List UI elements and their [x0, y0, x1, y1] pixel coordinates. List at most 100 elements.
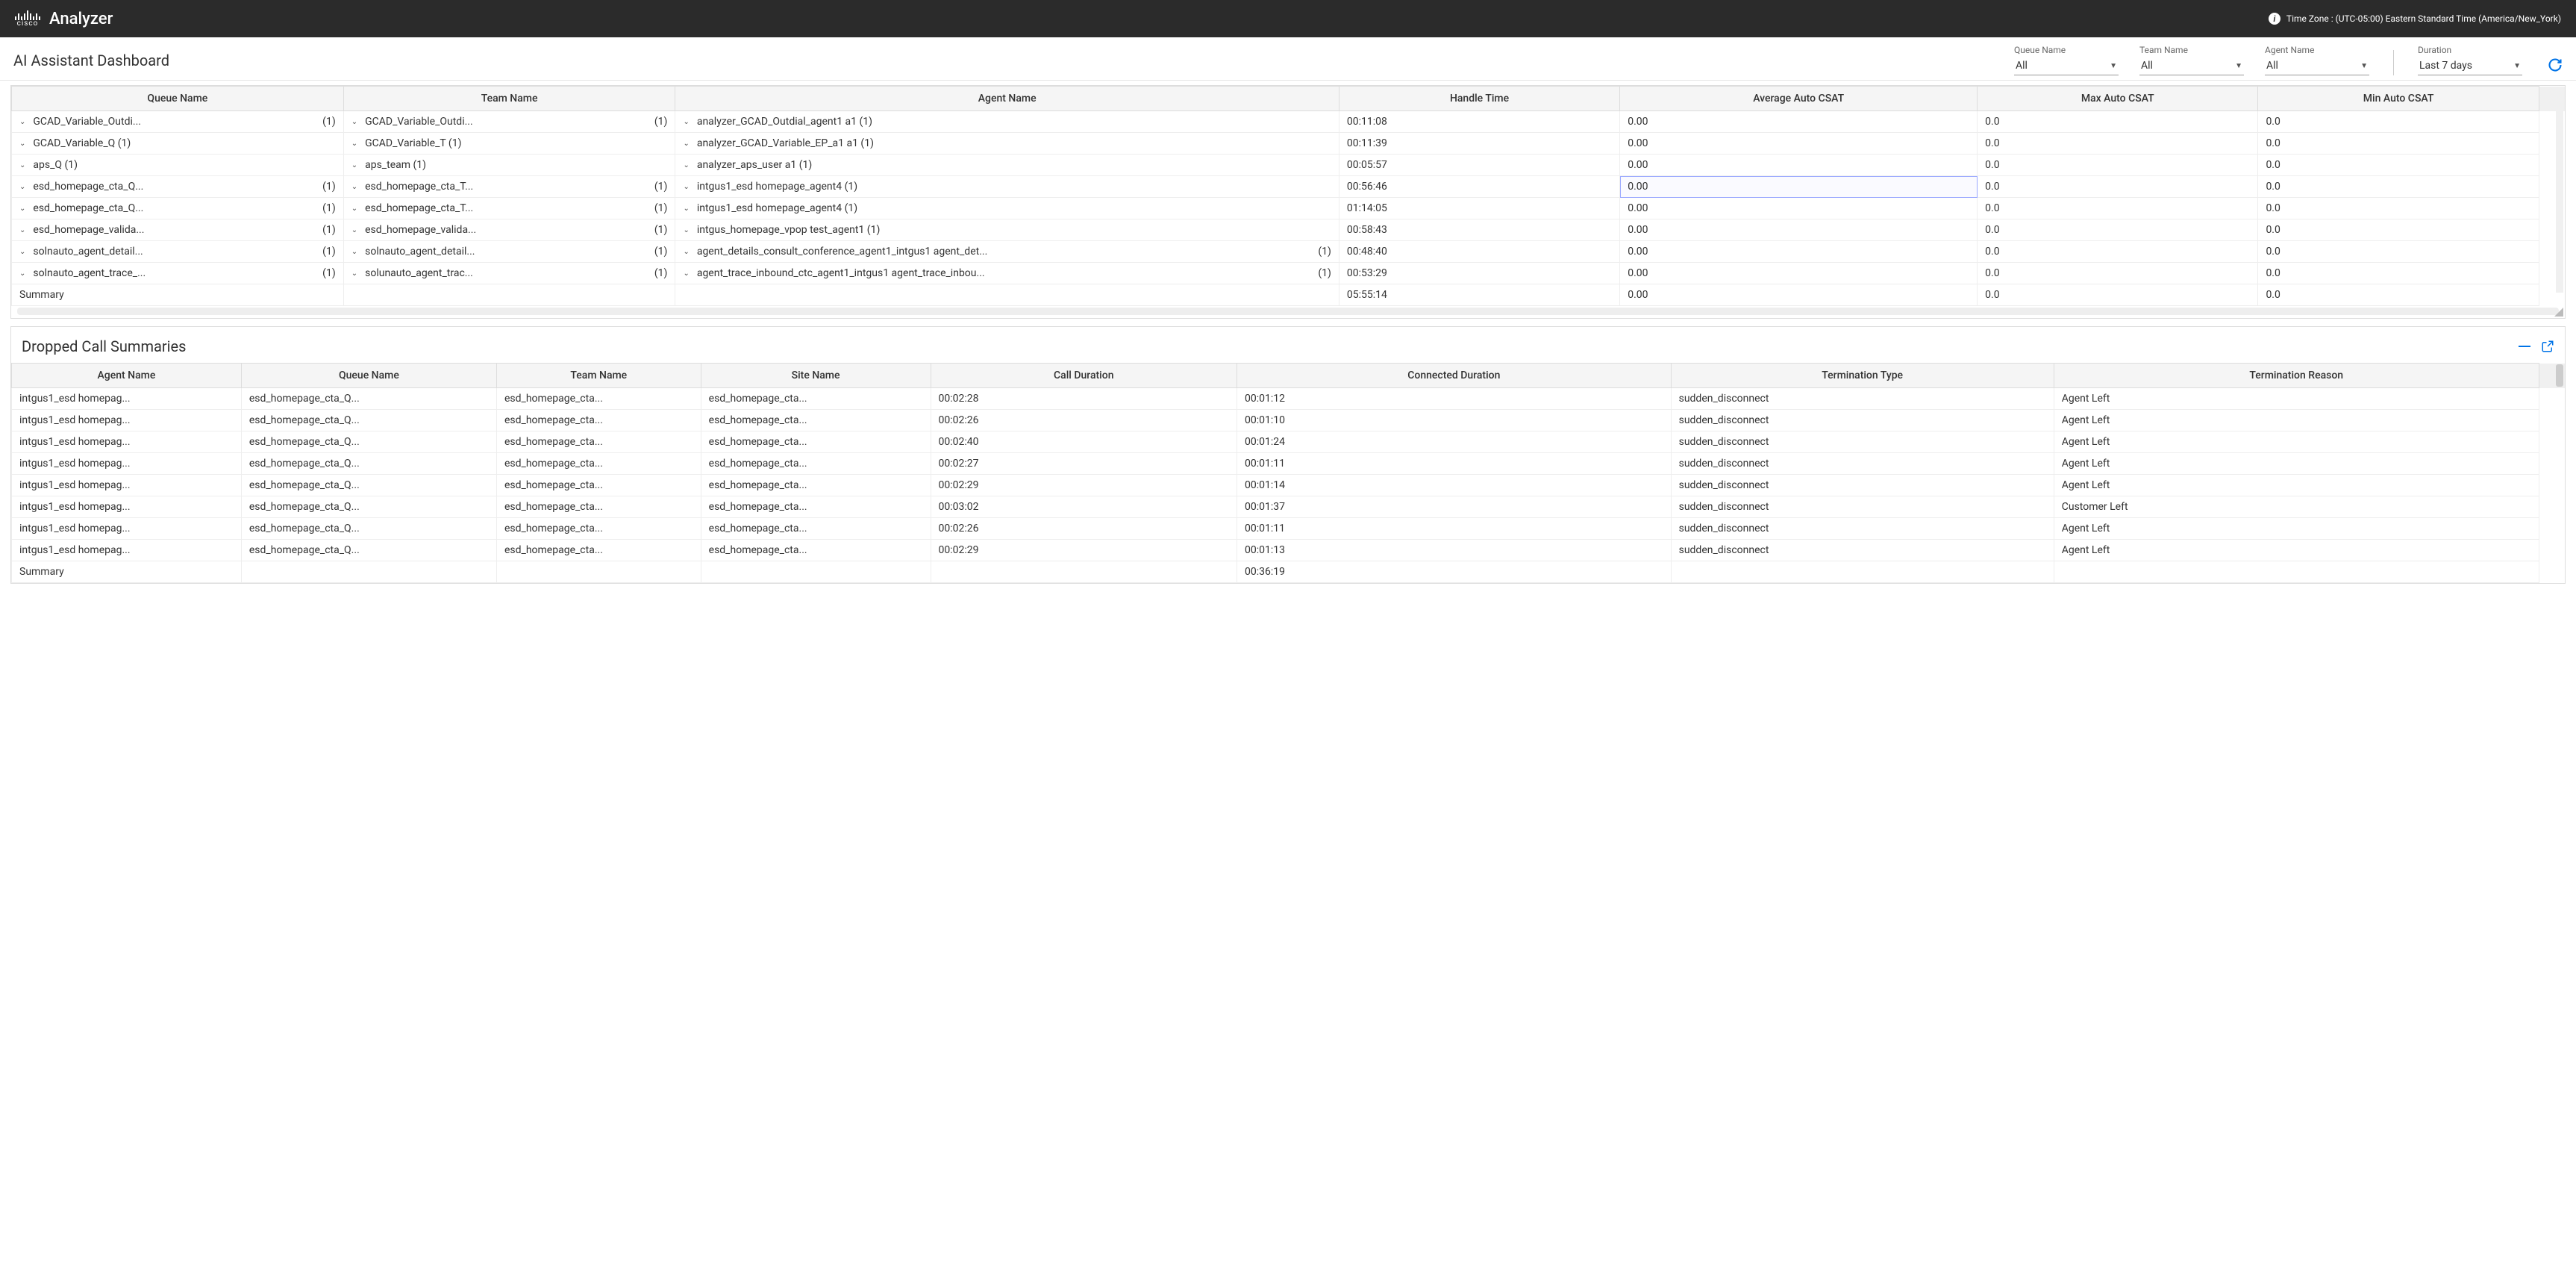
- table-row[interactable]: intgus1_esd homepag...esd_homepage_cta_Q…: [12, 410, 2565, 431]
- info-icon[interactable]: i: [2269, 13, 2280, 25]
- col-avg-csat[interactable]: Average Auto CSAT: [1620, 87, 1978, 111]
- col-queue[interactable]: Queue Name: [241, 364, 496, 388]
- chevron-down-icon[interactable]: ⌄: [19, 269, 25, 278]
- summary-label: Summary: [12, 284, 344, 306]
- cell-call-duration: 00:02:29: [931, 475, 1237, 496]
- filter-agent[interactable]: Agent Name All▼: [2265, 45, 2369, 75]
- caret-down-icon: ▼: [2360, 62, 2368, 70]
- cell-team: esd_homepage_cta...: [496, 475, 701, 496]
- cell-avg: 0.00: [1620, 155, 1978, 176]
- chevron-down-icon[interactable]: ⌄: [683, 118, 689, 126]
- filters: Queue Name All▼ Team Name All▼ Agent Nam…: [2014, 45, 2563, 75]
- open-external-icon[interactable]: [2541, 340, 2554, 353]
- chevron-down-icon[interactable]: ⌄: [683, 226, 689, 234]
- col-agent[interactable]: Agent Name: [12, 364, 242, 388]
- cell-call-duration: 00:02:40: [931, 431, 1237, 453]
- col-call-duration[interactable]: Call Duration: [931, 364, 1237, 388]
- chevron-down-icon[interactable]: ⌄: [351, 226, 357, 234]
- chevron-down-icon[interactable]: ⌄: [351, 269, 357, 278]
- table-row[interactable]: ⌄solnauto_agent_trace_...(1)⌄solunauto_a…: [12, 263, 2565, 284]
- cell-queue: esd_homepage_cta_Q...: [241, 518, 496, 540]
- chevron-down-icon[interactable]: ⌄: [351, 140, 357, 148]
- col-handle[interactable]: Handle Time: [1339, 87, 1619, 111]
- chevron-down-icon[interactable]: ⌄: [351, 205, 357, 213]
- table-row[interactable]: intgus1_esd homepag...esd_homepage_cta_Q…: [12, 388, 2565, 410]
- cell-connected-duration: 00:01:12: [1237, 388, 1672, 410]
- filter-team[interactable]: Team Name All▼: [2139, 45, 2244, 75]
- col-max-csat[interactable]: Max Auto CSAT: [1978, 87, 2258, 111]
- cell-queue: esd_homepage_cta_Q...: [241, 453, 496, 475]
- cell-text: GCAD_Variable_Q (1): [33, 137, 131, 149]
- cell-team: esd_homepage_cta...: [496, 431, 701, 453]
- chevron-down-icon[interactable]: ⌄: [683, 269, 689, 278]
- chevron-down-icon[interactable]: ⌄: [351, 118, 357, 126]
- cell-text: solnauto_agent_detail...: [33, 246, 143, 258]
- table-row[interactable]: intgus1_esd homepag...esd_homepage_cta_Q…: [12, 475, 2565, 496]
- cell-team: esd_homepage_cta...: [496, 540, 701, 561]
- table-row[interactable]: ⌄esd_homepage_cta_Q...(1)⌄esd_homepage_c…: [12, 198, 2565, 219]
- cell-text: esd_homepage_cta_T...: [365, 202, 473, 214]
- cell-queue: esd_homepage_cta_Q...: [241, 475, 496, 496]
- col-queue[interactable]: Queue Name: [12, 87, 344, 111]
- cisco-logo: cisco: [15, 10, 40, 28]
- col-site[interactable]: Site Name: [701, 364, 931, 388]
- table-row[interactable]: intgus1_esd homepag...esd_homepage_cta_Q…: [12, 540, 2565, 561]
- chevron-down-icon[interactable]: ⌄: [683, 183, 689, 191]
- cell-min: 0.0: [2258, 241, 2539, 263]
- cell-handle: 01:14:05: [1339, 198, 1619, 219]
- chevron-down-icon[interactable]: ⌄: [19, 226, 25, 234]
- cell-avg: 0.00: [1620, 219, 1978, 241]
- chevron-down-icon[interactable]: ⌄: [19, 140, 25, 148]
- cell-text: agent_details_consult_conference_agent1_…: [697, 246, 987, 258]
- table-row[interactable]: ⌄GCAD_Variable_Q (1)⌄GCAD_Variable_T (1)…: [12, 133, 2565, 155]
- cell-avg: 0.00: [1620, 111, 1978, 133]
- table-row[interactable]: ⌄esd_homepage_cta_Q...(1)⌄esd_homepage_c…: [12, 176, 2565, 198]
- cell-text: esd_homepage_cta_Q...: [33, 181, 143, 193]
- cell-agent: intgus1_esd homepag...: [12, 475, 242, 496]
- chevron-down-icon[interactable]: ⌄: [683, 205, 689, 213]
- table-row[interactable]: intgus1_esd homepag...esd_homepage_cta_Q…: [12, 431, 2565, 453]
- col-min-csat[interactable]: Min Auto CSAT: [2258, 87, 2539, 111]
- collapse-icon[interactable]: [2519, 346, 2530, 347]
- table-row[interactable]: ⌄aps_Q (1)⌄aps_team (1)⌄analyzer_aps_use…: [12, 155, 2565, 176]
- refresh-icon[interactable]: [2548, 57, 2563, 75]
- vertical-scrollbar[interactable]: [2556, 87, 2563, 293]
- filter-duration[interactable]: Duration Last 7 days▼: [2418, 45, 2522, 75]
- chevron-down-icon[interactable]: ⌄: [19, 205, 25, 213]
- cell-max: 0.0: [1978, 176, 2258, 198]
- vertical-scrollbar[interactable]: [2556, 364, 2563, 387]
- table-row[interactable]: intgus1_esd homepag...esd_homepage_cta_Q…: [12, 518, 2565, 540]
- chevron-down-icon[interactable]: ⌄: [351, 183, 357, 191]
- table-row[interactable]: ⌄esd_homepage_valida...(1)⌄esd_homepage_…: [12, 219, 2565, 241]
- table-row[interactable]: intgus1_esd homepag...esd_homepage_cta_Q…: [12, 496, 2565, 518]
- chevron-down-icon[interactable]: ⌄: [19, 183, 25, 191]
- col-connected-duration[interactable]: Connected Duration: [1237, 364, 1672, 388]
- cell-count: (1): [650, 224, 668, 236]
- filter-header: AI Assistant Dashboard Queue Name All▼ T…: [0, 37, 2576, 81]
- chevron-down-icon[interactable]: ⌄: [351, 161, 357, 169]
- cell-count: (1): [650, 181, 668, 193]
- col-termination-type[interactable]: Termination Type: [1671, 364, 2054, 388]
- col-team[interactable]: Team Name: [496, 364, 701, 388]
- table-row[interactable]: ⌄solnauto_agent_detail...(1)⌄solnauto_ag…: [12, 241, 2565, 263]
- cell-avg: 0.00: [1620, 176, 1978, 198]
- horizontal-scrollbar[interactable]: [17, 308, 2559, 315]
- chevron-down-icon[interactable]: ⌄: [19, 248, 25, 256]
- resize-handle-icon[interactable]: [2554, 308, 2563, 317]
- chevron-down-icon[interactable]: ⌄: [683, 140, 689, 148]
- filter-queue[interactable]: Queue Name All▼: [2014, 45, 2119, 75]
- col-team[interactable]: Team Name: [343, 87, 675, 111]
- cell-termination-reason: Agent Left: [2054, 540, 2539, 561]
- chevron-down-icon[interactable]: ⌄: [683, 161, 689, 169]
- col-termination-reason[interactable]: Termination Reason: [2054, 364, 2539, 388]
- chevron-down-icon[interactable]: ⌄: [683, 248, 689, 256]
- cell-count: (1): [318, 246, 336, 258]
- table-header-row: Agent Name Queue Name Team Name Site Nam…: [12, 364, 2565, 388]
- chevron-down-icon[interactable]: ⌄: [19, 118, 25, 126]
- cell-count: (1): [318, 181, 336, 193]
- table-row[interactable]: ⌄GCAD_Variable_Outdi...(1)⌄GCAD_Variable…: [12, 111, 2565, 133]
- chevron-down-icon[interactable]: ⌄: [351, 248, 357, 256]
- col-agent[interactable]: Agent Name: [675, 87, 1339, 111]
- table-row[interactable]: intgus1_esd homepag...esd_homepage_cta_Q…: [12, 453, 2565, 475]
- chevron-down-icon[interactable]: ⌄: [19, 161, 25, 169]
